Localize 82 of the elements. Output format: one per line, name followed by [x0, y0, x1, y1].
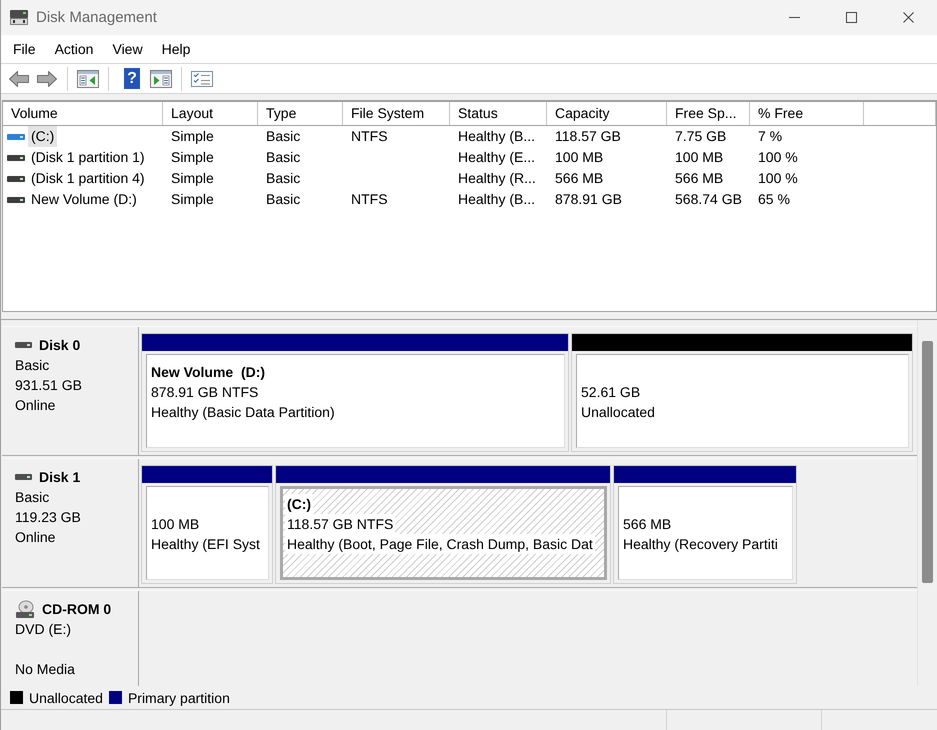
- partition-status: Healthy (EFI Syst: [151, 535, 261, 554]
- partition[interactable]: New Volume (D:) 878.91 GB NTFS Healthy (Basic Data Partition): [146, 354, 565, 448]
- disk-type: Basic: [15, 356, 50, 375]
- scrollbar-thumb[interactable]: [922, 341, 933, 583]
- disk-status: Online: [15, 396, 56, 415]
- table-cell[interactable]: New Volume (D:): [28, 189, 140, 210]
- back-button[interactable]: [8, 70, 30, 88]
- table-cell[interactable]: (Disk 1 partition 4): [28, 168, 148, 189]
- maximize-icon: [846, 12, 857, 23]
- partition[interactable]: 100 MB Healthy (EFI Syst: [146, 486, 269, 580]
- properties-button[interactable]: [191, 70, 213, 86]
- table-cell-text: Simple: [170, 127, 215, 146]
- console-tree-button[interactable]: [77, 70, 99, 88]
- table-cell-text: 118.57 GB: [554, 127, 622, 146]
- table-cell[interactable]: (Disk 1 partition 1): [28, 147, 148, 168]
- table-cell-text: 566 MB: [554, 169, 604, 188]
- table-cell-text: Basic: [265, 127, 302, 146]
- disk-name: CD-ROM 0: [42, 601, 112, 617]
- table-cell-text: Basic: [265, 169, 302, 188]
- table-cell-text: 100 MB: [674, 148, 724, 167]
- table-cell-text: Basic: [265, 148, 302, 167]
- partition-status: Healthy (Boot, Page File, Crash Dump, Basic Dat: [285, 534, 595, 554]
- table-cell-text: 100 MB: [554, 148, 604, 167]
- legend-label: Unallocated: [29, 690, 103, 706]
- partition[interactable]: 52.61 GB Unallocated: [576, 354, 909, 448]
- partition-size: 52.61 GB: [581, 383, 642, 402]
- partition-status: Unallocated: [581, 403, 656, 422]
- disk-status: No Media: [15, 660, 76, 679]
- menu-item[interactable]: View: [104, 38, 151, 60]
- partition-size: 878.91 GB NTFS: [151, 383, 260, 402]
- menu-item[interactable]: Action: [46, 38, 102, 60]
- minimize-icon: [789, 17, 800, 18]
- table-cell-text: 566 MB: [674, 169, 724, 188]
- disk-drive-icon: [15, 473, 32, 481]
- cd-drive-icon: [15, 600, 35, 618]
- table-cell-text: 878.91 GB: [554, 190, 623, 209]
- disk-name: Disk 1: [39, 469, 80, 485]
- table-cell-text: 7 %: [757, 127, 784, 146]
- help-button[interactable]: ?: [124, 68, 140, 89]
- table-cell-text: Healthy (B...: [457, 190, 536, 209]
- menu-item[interactable]: File: [5, 38, 44, 60]
- disk-name: Disk 0: [39, 337, 80, 353]
- partition-size: 566 MB: [623, 515, 672, 534]
- table-cell-text: 100 %: [757, 148, 799, 167]
- action-pane-button[interactable]: [150, 70, 172, 88]
- partition-name: (C:): [285, 494, 314, 514]
- partition[interactable]: (C:) 118.57 GB NTFS Healthy (Boot, Page File, Crash Dump, Basic Dat: [280, 486, 607, 580]
- menu-item[interactable]: Help: [154, 38, 198, 60]
- partition-size: 118.57 GB NTFS: [285, 514, 396, 534]
- partition-status: Healthy (Basic Data Partition): [151, 403, 336, 422]
- table-cell-text: NTFS: [350, 127, 389, 146]
- partition-status: Healthy (Recovery Partiti: [623, 535, 779, 554]
- disk-status: Online: [15, 528, 56, 547]
- table-cell-text: Simple: [170, 169, 215, 188]
- forward-button[interactable]: [36, 70, 58, 88]
- table-cell-text: 100 %: [757, 169, 799, 188]
- table-cell-text: Basic: [265, 190, 302, 209]
- disk-type: DVD (E:): [15, 620, 72, 639]
- table-cell-text: NTFS: [350, 190, 389, 209]
- table-cell-text: Simple: [170, 190, 215, 209]
- disk-drive-icon: [9, 9, 29, 26]
- partition[interactable]: 566 MB Healthy (Recovery Partiti: [618, 486, 793, 580]
- window-title: Disk Management: [36, 9, 158, 26]
- table-cell-text: 568.74 GB: [674, 190, 743, 209]
- table-cell[interactable]: (C:): [28, 126, 58, 147]
- disk-size: 931.51 GB: [15, 376, 83, 395]
- table-cell-text: 65 %: [757, 190, 791, 209]
- table-cell-text: Healthy (E...: [457, 148, 536, 167]
- table-cell-text: Healthy (B...: [457, 127, 536, 146]
- disk-type: Basic: [15, 488, 50, 507]
- table-cell-text: 7.75 GB: [674, 127, 728, 146]
- partition-name: New Volume (D:): [151, 363, 266, 382]
- legend-label: Primary partition: [128, 690, 230, 706]
- disk-drive-icon: [15, 341, 32, 349]
- table-cell-text: Healthy (R...: [457, 169, 537, 188]
- checklist-icon: [191, 70, 213, 86]
- back-arrow-icon: [8, 70, 30, 88]
- disk-size: 119.23 GB: [15, 508, 82, 527]
- forward-arrow-icon: [36, 70, 58, 88]
- partition-size: 100 MB: [151, 515, 200, 534]
- table-cell-text: Simple: [170, 148, 215, 167]
- close-icon: [903, 12, 914, 23]
